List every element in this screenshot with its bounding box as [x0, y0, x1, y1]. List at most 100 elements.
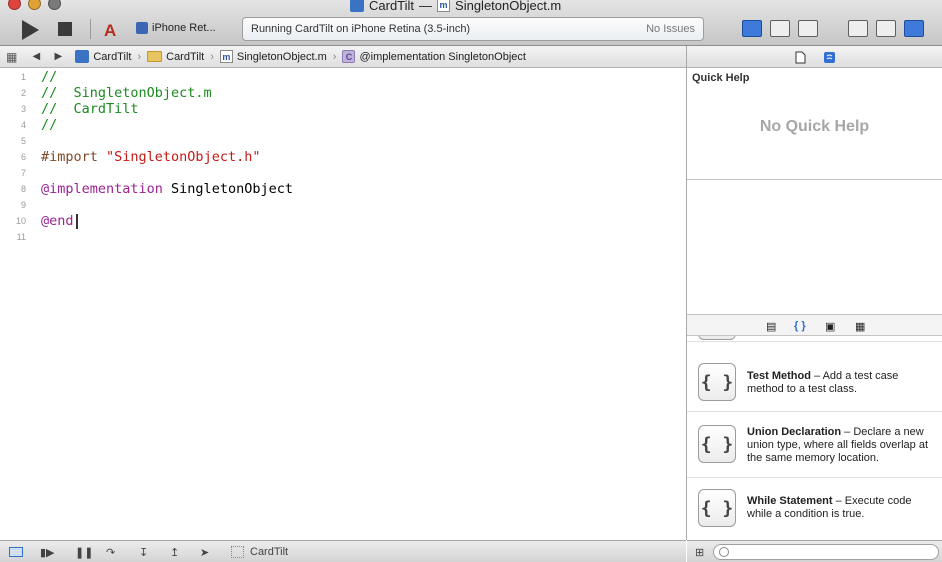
scheme-selector[interactable]: iPhone Ret...: [136, 22, 216, 34]
chevron-right-icon: ›: [332, 50, 337, 63]
code-implementation-line: @implementation SingletonObject: [41, 181, 293, 197]
grid-view-icon[interactable]: ⊞: [695, 546, 704, 559]
line-number: 6: [20, 152, 26, 162]
version-editor-button[interactable]: [798, 20, 818, 37]
project-icon: [75, 50, 90, 63]
code-comment: // CardTilt: [41, 101, 139, 117]
code-snippet-list: { } Test Method – Add a test case method…: [687, 336, 942, 540]
breadcrumb-label: @implementation SingletonObject: [359, 50, 526, 63]
list-item[interactable]: { } Union Declaration – Declare a new un…: [687, 412, 942, 478]
window-title-separator: —: [419, 0, 433, 13]
file-inspector-icon[interactable]: [795, 51, 806, 64]
m-file-icon: m: [219, 50, 233, 63]
scheme-device-label: iPhone Ret...: [152, 22, 216, 34]
debug-area-toggle-icon[interactable]: [9, 547, 23, 557]
window-title-project: CardTilt: [369, 0, 415, 13]
quick-help-inspector-icon[interactable]: [824, 51, 835, 64]
run-button[interactable]: [22, 20, 39, 40]
object-library-icon[interactable]: ▣: [825, 320, 835, 333]
stop-button[interactable]: [58, 22, 72, 36]
code-snippet-library-icon[interactable]: { }: [794, 320, 806, 332]
line-number: 2: [20, 88, 26, 98]
folder-icon: [147, 51, 163, 62]
snippet-braces-icon: { }: [698, 425, 736, 463]
list-item[interactable]: [687, 336, 942, 342]
minimize-window-button[interactable]: [28, 0, 41, 10]
utilities-toggle-button[interactable]: [904, 20, 924, 37]
breadcrumb-file[interactable]: m SingletonObject.m ›: [219, 50, 337, 63]
chevron-right-icon: ›: [137, 50, 142, 63]
code-keyword: @end: [41, 213, 74, 229]
quick-help-title: Quick Help: [692, 72, 750, 84]
snippet-braces-icon: { }: [698, 489, 736, 527]
code-end-line: @end: [41, 213, 78, 229]
breakpoints-toggle-icon[interactable]: ▮▶: [40, 546, 55, 559]
line-number: 3: [20, 104, 26, 114]
issues-status[interactable]: No Issues: [646, 23, 695, 35]
code-comment: // SingletonObject.m: [41, 85, 212, 101]
process-target-label[interactable]: CardTilt: [250, 546, 288, 558]
activity-viewer: Running CardTilt on iPhone Retina (3.5-i…: [242, 17, 704, 41]
close-window-button[interactable]: [8, 0, 21, 10]
line-number: 8: [20, 184, 26, 194]
breadcrumb-project[interactable]: CardTilt ›: [75, 50, 141, 63]
snippet-title: Union Declaration: [747, 426, 842, 438]
file-template-library-icon[interactable]: ▤: [766, 320, 776, 333]
quick-help-empty-message: No Quick Help: [759, 118, 870, 135]
pause-icon[interactable]: ❚❚: [75, 546, 93, 559]
source-editor[interactable]: 1 2 3 4 5 6 7 8 9 10 11 // // SingletonO…: [0, 68, 686, 540]
line-number: 9: [20, 200, 26, 210]
snippet-braces-icon: { }: [698, 363, 736, 401]
snippet-description: While Statement – Execute code while a c…: [747, 495, 937, 521]
code-comment: //: [41, 117, 58, 133]
snippet-title: While Statement: [747, 495, 833, 507]
line-number: 1: [20, 72, 26, 82]
list-item[interactable]: { } While Statement – Execute code while…: [687, 478, 942, 540]
library-filter-input[interactable]: [713, 544, 939, 560]
related-items-icon[interactable]: ▦: [6, 50, 17, 64]
project-icon: [350, 0, 364, 12]
assistant-editor-button[interactable]: [770, 20, 790, 37]
navigator-toggle-button[interactable]: [848, 20, 868, 37]
search-icon: [719, 547, 729, 557]
breadcrumb-group[interactable]: CardTilt ›: [147, 51, 214, 63]
library-filter-bar: ⊞: [687, 540, 942, 562]
line-number: 4: [20, 120, 26, 130]
activity-message: Running CardTilt on iPhone Retina (3.5-i…: [251, 23, 471, 35]
inspector-library-divider[interactable]: [687, 179, 942, 180]
code-import-line: #import "SingletonObject.h": [41, 149, 260, 165]
window-title-file: SingletonObject.m: [455, 0, 562, 13]
line-number: 11: [16, 232, 26, 242]
snippet-title: Test Method: [747, 370, 811, 382]
step-out-icon[interactable]: ↥: [170, 546, 179, 559]
snippet-description: Union Declaration – Declare a new union …: [747, 426, 937, 465]
zoom-window-button[interactable]: [48, 0, 61, 10]
class-icon: C: [342, 50, 356, 63]
debug-area-toggle-button[interactable]: [876, 20, 896, 37]
breadcrumb-symbol[interactable]: C @implementation SingletonObject: [342, 50, 526, 63]
debug-bar: ▮▶ ❚❚ ↷ ↧ ↥ ➤ CardTilt: [0, 540, 686, 562]
forward-arrow-icon[interactable]: ▶: [51, 51, 65, 62]
step-over-icon[interactable]: ↷: [106, 546, 115, 559]
line-number: 10: [15, 216, 26, 226]
toolbar-divider: [90, 19, 91, 39]
library-selector-bar: ▤ { } ▣ ▦: [687, 314, 942, 336]
line-number: 5: [20, 136, 26, 146]
chevron-right-icon: ›: [210, 50, 214, 63]
m-file-icon: m: [437, 0, 451, 12]
step-into-icon[interactable]: ↧: [139, 546, 148, 559]
scheme-app-icon[interactable]: A: [104, 21, 116, 41]
code-class-name: SingletonObject: [162, 181, 293, 197]
target-icon: [231, 546, 244, 558]
inspector-selector-bar: [687, 46, 942, 68]
standard-editor-button[interactable]: [742, 20, 762, 37]
back-arrow-icon[interactable]: ◀: [29, 51, 43, 62]
breadcrumb-label: CardTilt: [166, 50, 205, 63]
simulate-location-icon[interactable]: ➤: [200, 546, 209, 559]
line-number: 7: [20, 168, 26, 178]
snippet-braces-icon: [698, 336, 736, 340]
device-icon: [136, 22, 148, 34]
media-library-icon[interactable]: ▦: [855, 320, 865, 333]
list-item[interactable]: { } Test Method – Add a test case method…: [687, 354, 942, 412]
code-string: "SingletonObject.h": [106, 149, 261, 165]
